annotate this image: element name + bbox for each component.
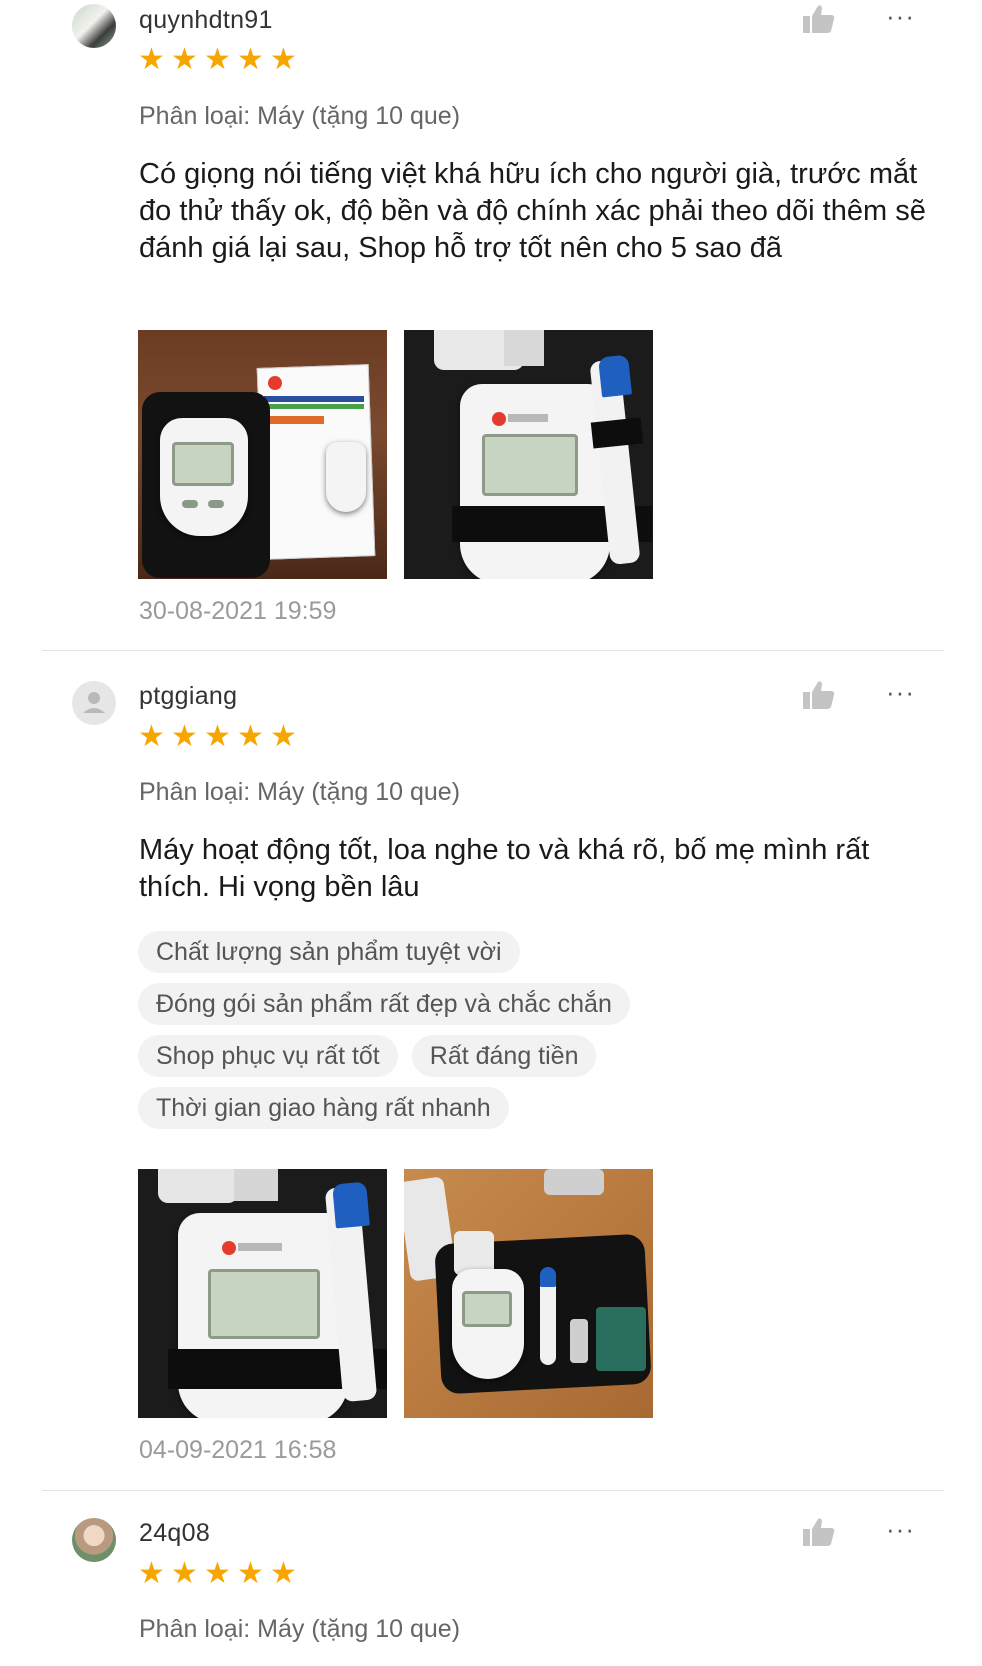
- star-icon: ★: [171, 43, 198, 76]
- review-photos: [138, 1169, 653, 1418]
- review-tag: Đóng gói sản phẩm rất đẹp và chắc chắn: [138, 983, 630, 1025]
- more-options-icon[interactable]: ···: [886, 1516, 915, 1542]
- more-options-icon[interactable]: ···: [886, 679, 915, 705]
- review-tag: Thời gian giao hàng rất nhanh: [138, 1087, 509, 1129]
- username[interactable]: quynhdtn91: [139, 6, 273, 35]
- review-photos: [138, 330, 653, 579]
- star-icon: ★: [204, 720, 231, 753]
- star-icon: ★: [204, 1557, 231, 1590]
- review-photo[interactable]: [138, 1169, 387, 1418]
- avatar[interactable]: [72, 1518, 116, 1562]
- thumbs-up-icon[interactable]: [802, 1517, 836, 1547]
- thumbs-up-icon[interactable]: [802, 680, 836, 710]
- review-date: 04-09-2021 16:58: [139, 1436, 337, 1464]
- username[interactable]: ptggiang: [139, 682, 237, 711]
- star-icon: ★: [171, 720, 198, 753]
- rating-stars: ★ ★ ★ ★ ★: [138, 1557, 297, 1590]
- star-icon: ★: [237, 720, 264, 753]
- star-icon: ★: [237, 43, 264, 76]
- review-tag: Shop phục vụ rất tốt: [138, 1035, 398, 1077]
- rating-stars: ★ ★ ★ ★ ★: [138, 43, 297, 76]
- star-icon: ★: [171, 1557, 198, 1590]
- more-options-icon[interactable]: ···: [886, 3, 915, 29]
- rating-stars: ★ ★ ★ ★ ★: [138, 720, 297, 753]
- review-photo[interactable]: [404, 330, 653, 579]
- review-date: 30-08-2021 19:59: [139, 597, 337, 625]
- avatar[interactable]: [72, 681, 116, 725]
- variant-label: Phân loại: Máy (tặng 10 que): [139, 102, 461, 130]
- variant-label: Phân loại: Máy (tặng 10 que): [139, 1615, 461, 1643]
- review-tag: Chất lượng sản phẩm tuyệt vời: [138, 931, 520, 973]
- star-icon: ★: [204, 43, 231, 76]
- avatar[interactable]: [72, 4, 116, 48]
- divider: [42, 1490, 944, 1491]
- star-icon: ★: [138, 43, 165, 76]
- review-comment: Có giọng nói tiếng việt khá hữu ích cho …: [139, 158, 926, 264]
- star-icon: ★: [270, 1557, 297, 1590]
- review-comment: Máy hoạt động tốt, loa nghe to và khá rõ…: [139, 834, 870, 903]
- review-photo[interactable]: [138, 330, 387, 579]
- divider: [42, 650, 944, 651]
- star-icon: ★: [270, 43, 297, 76]
- review-tags: Chất lượng sản phẩm tuyệt vời Đóng gói s…: [138, 931, 898, 1129]
- username[interactable]: 24q08: [139, 1519, 210, 1548]
- user-avatar-icon: [83, 692, 105, 713]
- variant-label: Phân loại: Máy (tặng 10 que): [139, 778, 461, 806]
- star-icon: ★: [237, 1557, 264, 1590]
- star-icon: ★: [138, 720, 165, 753]
- star-icon: ★: [138, 1557, 165, 1590]
- thumbs-up-icon[interactable]: [802, 4, 836, 34]
- review-photo[interactable]: [404, 1169, 653, 1418]
- review-tag: Rất đáng tiền: [411, 1035, 597, 1077]
- star-icon: ★: [270, 720, 297, 753]
